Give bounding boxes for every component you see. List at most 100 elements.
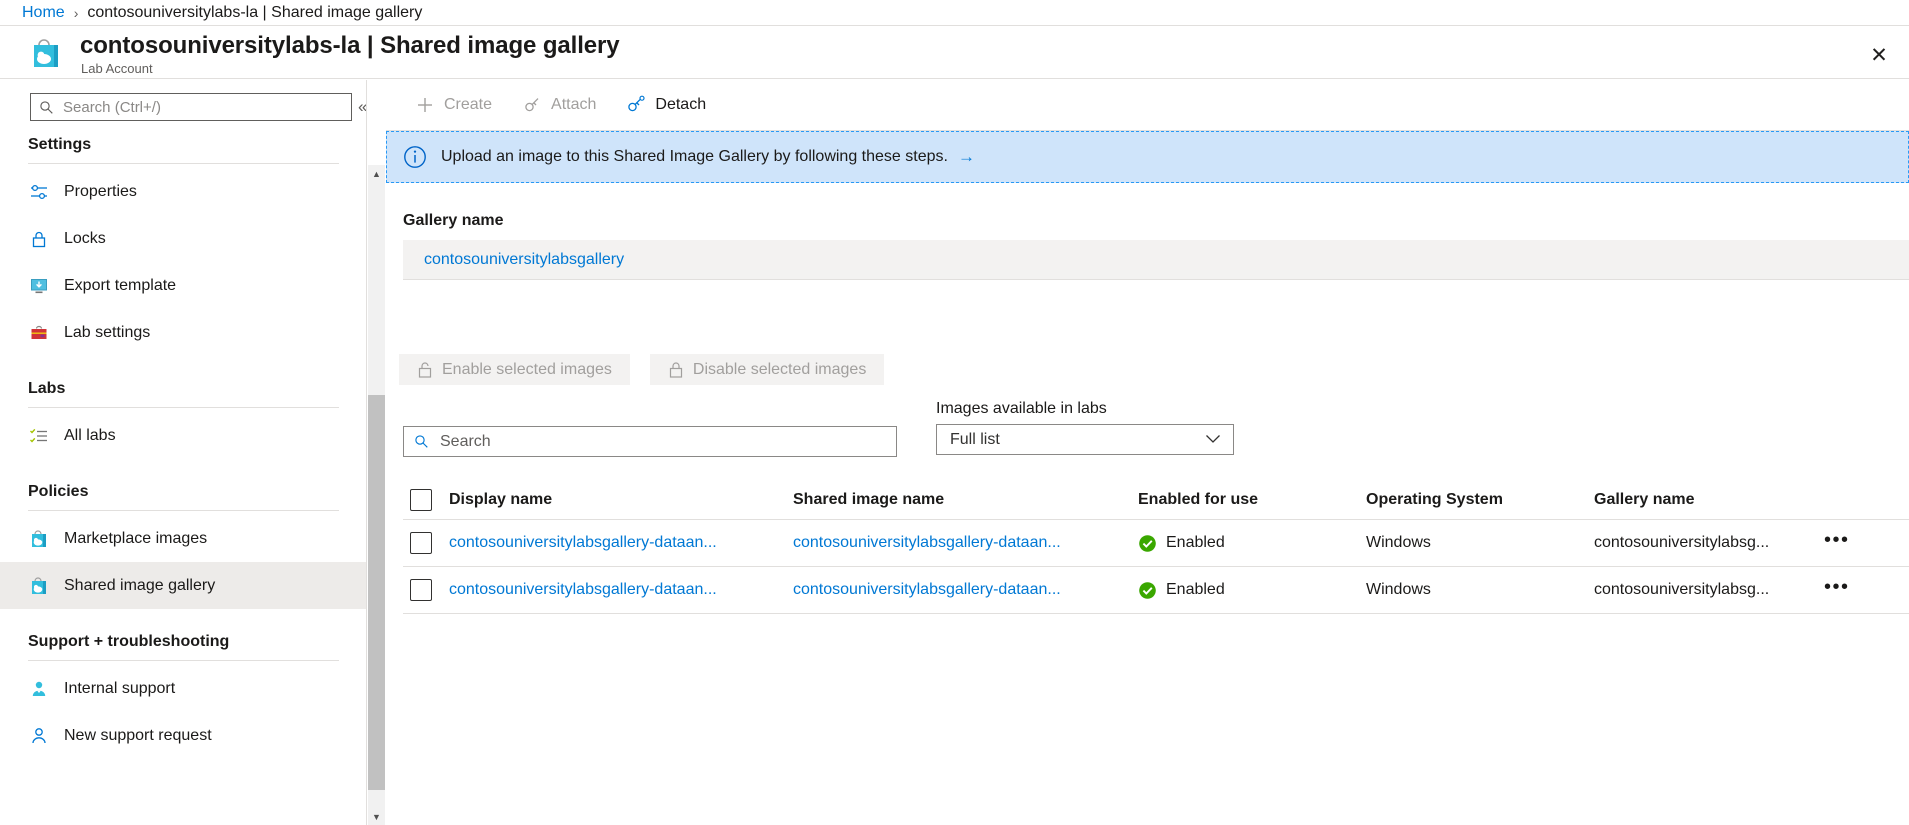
row-actions-cell: ••• <box>1824 577 1884 598</box>
row-select-cell <box>403 532 449 554</box>
enable-selected-images-button[interactable]: Enable selected images <box>399 354 630 385</box>
sidebar-item-label: Properties <box>64 182 137 200</box>
detach-button-label: Detach <box>655 96 707 113</box>
sidebar-search-box[interactable] <box>30 93 352 121</box>
display-name-link[interactable]: contosouniversitylabsgallery-dataan... <box>449 581 717 598</box>
detach-plug-icon <box>626 95 646 115</box>
page-title: contosouniversitylabs-la | Shared image … <box>80 32 620 59</box>
row-context-menu-icon[interactable]: ••• <box>1824 577 1850 598</box>
row-select-cell <box>403 579 449 601</box>
row-checkbox[interactable] <box>410 532 432 554</box>
sidebar-item-marketplace-images[interactable]: Marketplace images <box>0 515 366 562</box>
cell-shared-image-name: contosouniversitylabsgallery-dataan... <box>793 534 1138 552</box>
create-button-label: Create <box>444 96 493 113</box>
sidebar-search-row: « <box>0 80 366 130</box>
sidebar-item-label: Lab settings <box>64 323 151 341</box>
row-checkbox[interactable] <box>410 579 432 601</box>
images-available-value: Full list <box>950 430 1000 448</box>
gallery-name-row: contosouniversitylabsgallery <box>403 240 1909 280</box>
shared-images-table: Display name Shared image name Enabled f… <box>403 480 1909 614</box>
sidebar-item-label: Marketplace images <box>64 529 208 547</box>
sidebar-item-locks[interactable]: Locks <box>0 215 366 262</box>
image-action-buttons: Enable selected images Disable selected … <box>399 354 904 385</box>
detach-button[interactable]: Detach <box>614 87 718 123</box>
sidebar-item-all-labs[interactable]: All labs <box>0 412 366 459</box>
gallery-name-link[interactable]: contosouniversitylabsgallery <box>424 251 624 269</box>
sidebar-item-export-template[interactable]: Export template <box>0 262 366 309</box>
info-banner-arrow-icon[interactable]: → <box>958 147 975 167</box>
sidebar-item-label: New support request <box>64 726 212 744</box>
sidebar-item-lab-settings[interactable]: Lab settings <box>0 309 366 356</box>
display-name-link[interactable]: contosouniversitylabsgallery-dataan... <box>449 534 717 551</box>
breadcrumb-current: contosouniversitylabs-la | Shared image … <box>87 3 423 21</box>
select-all-checkbox[interactable] <box>410 488 432 511</box>
person-outline-icon <box>28 725 50 747</box>
images-available-label: Images available in labs <box>936 400 1107 417</box>
unlock-icon <box>417 361 433 379</box>
create-button[interactable]: Create <box>403 87 504 123</box>
sidebar-search-input[interactable] <box>61 97 331 117</box>
scroll-down-arrow-icon[interactable]: ▼ <box>368 808 385 825</box>
blade-header: contosouniversitylabs-la | Shared image … <box>0 25 1909 79</box>
sidebar-item-label: Export template <box>64 276 177 294</box>
column-header-shared-image-name[interactable]: Shared image name <box>793 491 1138 509</box>
table-search-input[interactable] <box>438 431 858 452</box>
plus-icon <box>415 95 435 115</box>
breadcrumb-home-link[interactable]: Home <box>22 4 65 22</box>
lab-account-icon <box>26 34 66 74</box>
page-subtitle: Lab Account <box>81 61 153 76</box>
cell-shared-image-name: contosouniversitylabsgallery-dataan... <box>793 581 1138 599</box>
column-header-operating-system[interactable]: Operating System <box>1366 491 1594 509</box>
sidebar-item-label: All labs <box>64 426 116 444</box>
attach-button[interactable]: Attach <box>510 87 608 123</box>
images-available-filter: Images available in labs Full list <box>936 400 1234 455</box>
collapse-sidebar-chevron-icon[interactable]: « <box>358 98 366 115</box>
nav-divider <box>28 163 339 164</box>
scrollbar-thumb[interactable] <box>368 395 385 790</box>
scroll-up-arrow-icon[interactable]: ▲ <box>368 165 385 182</box>
table-search-box[interactable] <box>403 426 897 457</box>
sidebar-item-shared-image-gallery[interactable]: Shared image gallery <box>0 562 366 609</box>
nav-group-settings-title: Settings <box>28 136 92 153</box>
nav-divider <box>28 407 339 408</box>
briefcase-icon <box>28 322 50 344</box>
close-icon[interactable]: ✕ <box>1863 39 1895 71</box>
row-context-menu-icon[interactable]: ••• <box>1824 530 1850 551</box>
column-header-enabled-for-use[interactable]: Enabled for use <box>1138 491 1366 509</box>
sidebar-scrollbar[interactable]: ▲ ▼ <box>368 165 385 825</box>
table-row[interactable]: contosouniversitylabsgallery-dataan... c… <box>403 567 1909 614</box>
command-bar: Create Attach Detach <box>386 80 1909 131</box>
sidebar: « Settings Properties <box>0 80 367 825</box>
breadcrumb-separator: › <box>73 4 79 21</box>
sidebar-item-label: Locks <box>64 229 106 247</box>
cell-enabled-for-use: Enabled <box>1138 581 1366 600</box>
sidebar-item-properties[interactable]: Properties <box>0 168 366 215</box>
disable-selected-images-button[interactable]: Disable selected images <box>649 354 885 385</box>
sidebar-item-internal-support[interactable]: Internal support <box>0 665 366 712</box>
table-row[interactable]: contosouniversitylabsgallery-dataan... c… <box>403 520 1909 567</box>
attach-button-label: Attach <box>551 96 597 113</box>
select-all-cell <box>403 488 449 511</box>
sliders-icon <box>28 181 50 203</box>
column-header-display-name[interactable]: Display name <box>449 491 793 509</box>
cell-operating-system: Windows <box>1366 581 1431 598</box>
column-header-gallery-name[interactable]: Gallery name <box>1594 491 1824 509</box>
info-banner: Upload an image to this Shared Image Gal… <box>386 131 1909 183</box>
row-actions-cell: ••• <box>1824 530 1884 551</box>
shared-image-name-link[interactable]: contosouniversitylabsgallery-dataan... <box>793 581 1061 598</box>
checklist-icon <box>28 425 50 447</box>
enabled-status-text: Enabled <box>1166 581 1225 598</box>
sidebar-item-new-support-request[interactable]: New support request <box>0 712 366 759</box>
gallery-name-label: Gallery name <box>403 212 504 229</box>
enabled-check-icon <box>1138 534 1157 553</box>
nav-group-policies-title: Policies <box>28 483 89 500</box>
search-icon <box>39 100 54 115</box>
info-circle-icon <box>403 145 427 169</box>
images-available-dropdown[interactable]: Full list <box>936 424 1234 455</box>
cell-enabled-for-use: Enabled <box>1138 534 1366 553</box>
sidebar-item-label: Internal support <box>64 679 176 697</box>
shared-image-name-link[interactable]: contosouniversitylabsgallery-dataan... <box>793 534 1061 551</box>
